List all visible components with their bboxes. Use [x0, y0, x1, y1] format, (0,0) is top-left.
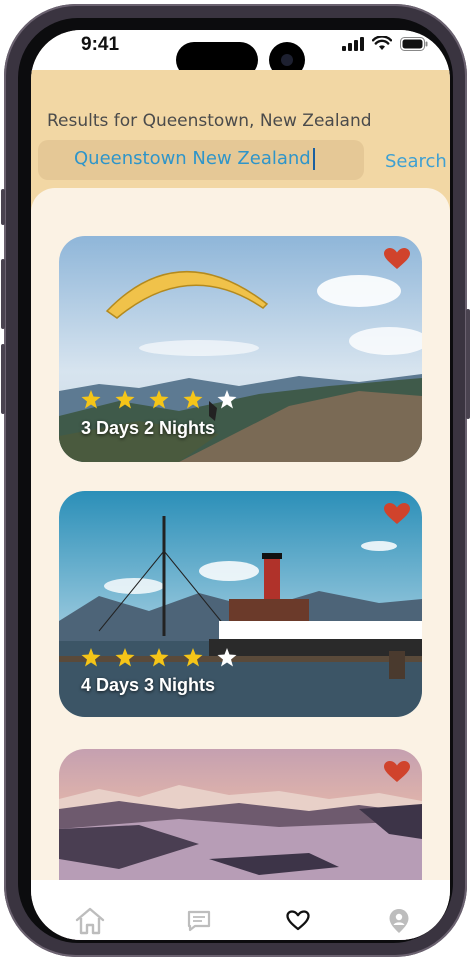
home-icon[interactable] — [74, 906, 106, 936]
phone-frame: 9:41 Results for Queenstown, New Zealand… — [1, 4, 470, 957]
signal-icon — [342, 36, 364, 51]
result-card[interactable]: 3 Days 2 Nights — [59, 236, 422, 462]
profile-icon[interactable] — [389, 909, 409, 933]
wifi-icon — [372, 36, 392, 50]
heart-outline-icon[interactable] — [286, 910, 310, 931]
trip-duration-label: 3 Days 2 Nights — [81, 418, 216, 438]
status-time: 9:41 — [81, 34, 120, 55]
favorite-heart-icon[interactable] — [384, 248, 410, 270]
star-filled-icon — [183, 648, 203, 667]
star-filled-icon — [115, 648, 135, 667]
results-list: 3 Days 2 Nights 4 Days 3 Nights — [31, 188, 450, 940]
result-card[interactable]: 4 Days 3 Nights — [59, 491, 422, 717]
status-bar: 9:41 — [31, 30, 450, 78]
volume-down-button — [1, 344, 5, 414]
status-icons — [342, 36, 428, 51]
search-input-text: Queenstown New Zealand — [74, 148, 315, 170]
star-filled-icon — [81, 390, 101, 409]
star-empty-icon — [217, 390, 237, 409]
action-button — [1, 189, 5, 225]
screen: 9:41 Results for Queenstown, New Zealand… — [31, 30, 450, 940]
star-filled-icon — [149, 648, 169, 667]
results-title: Results for Queenstown, New Zealand — [47, 111, 372, 131]
chat-icon[interactable] — [187, 910, 211, 932]
star-rating — [81, 390, 237, 409]
star-filled-icon — [183, 390, 203, 409]
star-empty-icon — [217, 648, 237, 667]
favorite-heart-icon[interactable] — [384, 761, 410, 783]
star-filled-icon — [81, 648, 101, 667]
bottom-nav — [31, 880, 450, 940]
search-input[interactable]: Queenstown New Zealand — [38, 140, 364, 180]
star-filled-icon — [115, 390, 135, 409]
power-button — [466, 309, 470, 419]
search-button[interactable]: Search — [385, 151, 447, 172]
text-caret — [312, 148, 315, 170]
trip-duration-label: 4 Days 3 Nights — [81, 675, 216, 695]
star-rating — [81, 648, 237, 667]
star-filled-icon — [149, 390, 169, 409]
battery-icon — [400, 36, 428, 51]
favorite-heart-icon[interactable] — [384, 503, 410, 525]
volume-up-button — [1, 259, 5, 329]
